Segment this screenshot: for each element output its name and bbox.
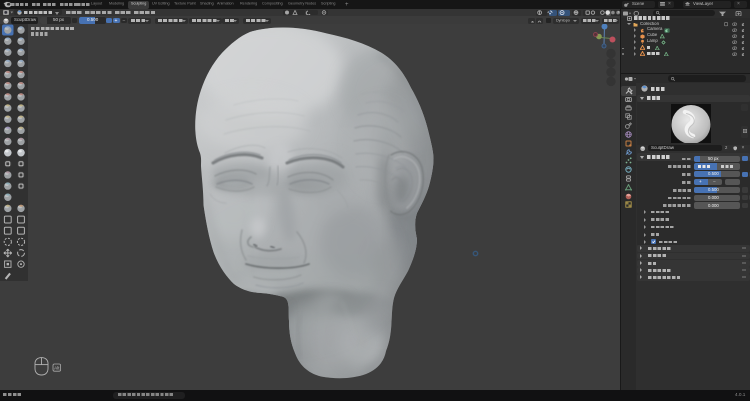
svg-text:Alt: Alt (54, 365, 60, 370)
